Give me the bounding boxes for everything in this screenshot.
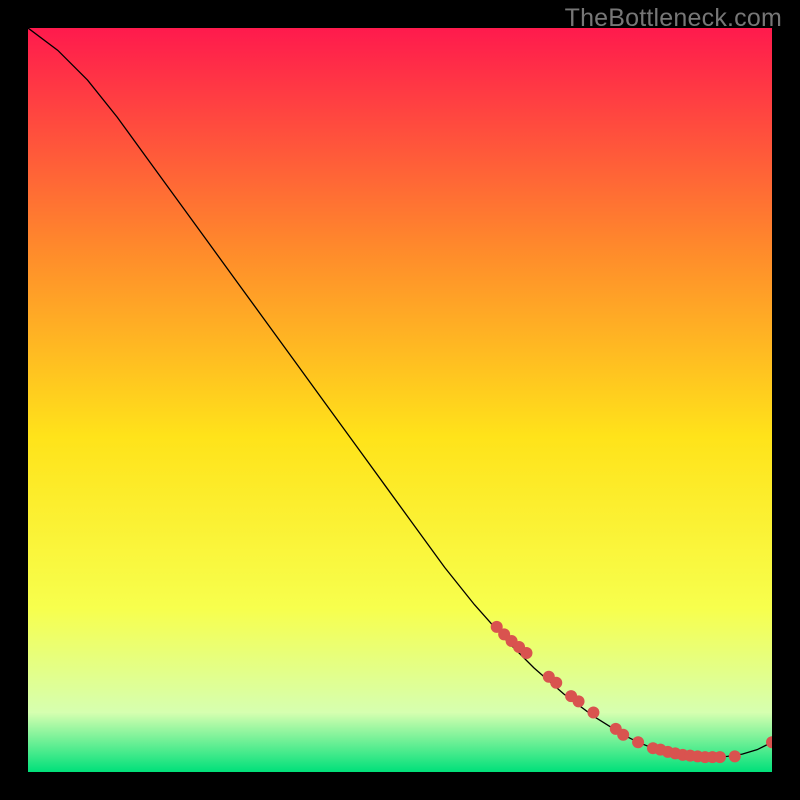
sample-point <box>587 706 599 718</box>
chart-background <box>28 28 772 772</box>
chart-frame: TheBottleneck.com <box>0 0 800 800</box>
sample-point <box>617 729 629 741</box>
sample-point <box>573 695 585 707</box>
sample-point <box>632 736 644 748</box>
sample-point <box>550 677 562 689</box>
chart-plot <box>28 28 772 772</box>
sample-point <box>520 647 532 659</box>
sample-point <box>714 751 726 763</box>
sample-point <box>729 750 741 762</box>
chart-svg <box>28 28 772 772</box>
